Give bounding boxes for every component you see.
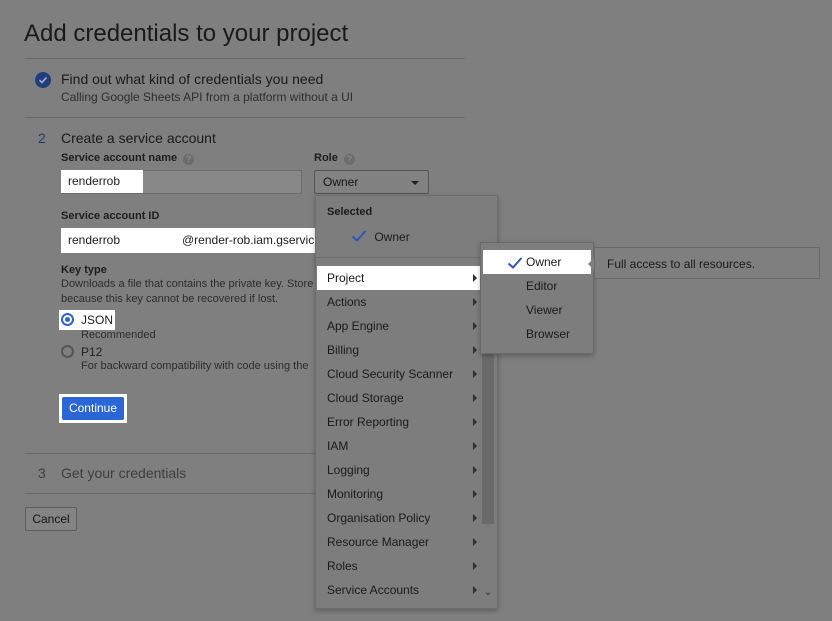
chevron-right-icon xyxy=(473,418,477,426)
submenu-item-browser[interactable]: Browser xyxy=(483,322,591,346)
step-3-number: 3 xyxy=(38,465,46,481)
json-radio-option[interactable]: JSON xyxy=(59,310,115,330)
chevron-right-icon xyxy=(473,274,477,282)
menu-item-logging[interactable]: Logging xyxy=(317,458,482,482)
chevron-right-icon xyxy=(473,562,477,570)
p12-description: For backward compatibility with code usi… xyxy=(81,360,309,372)
check-icon xyxy=(351,230,367,242)
menu-item-cloud-storage[interactable]: Cloud Storage xyxy=(317,386,482,410)
menu-item-monitoring[interactable]: Monitoring xyxy=(317,482,482,506)
menu-item-service-accounts[interactable]: Service Accounts xyxy=(317,578,482,602)
submenu-item-viewer[interactable]: Viewer xyxy=(483,298,591,322)
scroll-down-icon[interactable]: ⌄ xyxy=(482,584,494,602)
caret-down-icon xyxy=(411,181,419,185)
service-account-id-field[interactable]: renderrob @render-rob.iam.gservic xyxy=(61,228,317,253)
submenu-item-editor[interactable]: Editor xyxy=(483,274,591,298)
role-description-tooltip: Full access to all resources. xyxy=(594,247,820,279)
help-icon[interactable]: ? xyxy=(183,154,195,165)
service-account-name-label: Service account name? xyxy=(61,152,195,165)
menu-item-resource-manager[interactable]: Resource Manager xyxy=(317,530,482,554)
cancel-button[interactable]: Cancel xyxy=(25,507,77,531)
json-radio[interactable] xyxy=(61,313,74,326)
menu-item-organisation-policy[interactable]: Organisation Policy xyxy=(317,506,482,530)
divider xyxy=(25,58,465,59)
json-recommended: Recommended xyxy=(81,329,156,341)
menu-selected-value: Owner xyxy=(374,230,410,244)
service-account-id-label: Service account ID xyxy=(61,210,160,222)
chevron-right-icon xyxy=(473,466,477,474)
role-select[interactable]: Owner xyxy=(314,170,429,194)
step-3-title[interactable]: Get your credentials xyxy=(61,465,186,481)
key-type-description-1: Downloads a file that contains the priva… xyxy=(61,278,314,290)
menu-item-iam[interactable]: IAM xyxy=(317,434,482,458)
menu-item-project[interactable]: Project xyxy=(317,266,482,290)
menu-item-billing[interactable]: Billing xyxy=(317,338,482,362)
help-icon[interactable]: ? xyxy=(343,154,355,165)
check-icon xyxy=(507,257,523,269)
chevron-right-icon xyxy=(473,442,477,450)
menu-item-roles[interactable]: Roles xyxy=(317,554,482,578)
chevron-right-icon xyxy=(473,538,477,546)
chevron-right-icon xyxy=(473,490,477,498)
continue-focus-ring: Continue xyxy=(59,394,127,423)
menu-selected-heading: Selected xyxy=(327,206,373,218)
chevron-right-icon xyxy=(473,586,477,594)
step-2-title: Create a service account xyxy=(61,130,216,146)
key-type-description-2: because this key cannot be recovered if … xyxy=(61,293,279,305)
service-account-id-domain: @render-rob.iam.gservic xyxy=(182,233,315,247)
menu-selected-owner[interactable]: Owner xyxy=(351,229,410,244)
json-label: JSON xyxy=(81,313,114,327)
service-account-name-value[interactable]: renderrob xyxy=(61,170,143,193)
role-select-value: Owner xyxy=(323,175,359,189)
step-1-subtitle: Calling Google Sheets API from a platfor… xyxy=(61,90,354,104)
step-1-title: Find out what kind of credentials you ne… xyxy=(61,71,324,87)
service-account-id-value: renderrob xyxy=(68,233,121,247)
menu-item-error-reporting[interactable]: Error Reporting xyxy=(317,410,482,434)
divider xyxy=(25,117,465,118)
chevron-right-icon xyxy=(473,346,477,354)
p12-radio[interactable] xyxy=(61,345,74,358)
chevron-right-icon xyxy=(473,370,477,378)
chevron-right-icon xyxy=(473,394,477,402)
p12-label: P12 xyxy=(81,345,103,359)
menu-item-actions[interactable]: Actions xyxy=(317,290,482,314)
continue-button[interactable]: Continue xyxy=(62,397,124,420)
menu-item-cloud-security-scanner[interactable]: Cloud Security Scanner xyxy=(317,362,482,386)
chevron-right-icon xyxy=(473,514,477,522)
menu-divider xyxy=(316,257,496,258)
submenu-item-owner[interactable]: Owner xyxy=(483,250,591,274)
page-title: Add credentials to your project xyxy=(24,20,349,47)
chevron-right-icon xyxy=(473,322,477,330)
step-2-number: 2 xyxy=(38,130,46,146)
check-circle-icon xyxy=(35,72,51,88)
chevron-right-icon xyxy=(473,298,477,306)
key-type-label: Key type xyxy=(61,264,107,276)
role-label: Role? xyxy=(314,152,355,165)
menu-item-app-engine[interactable]: App Engine xyxy=(317,314,482,338)
